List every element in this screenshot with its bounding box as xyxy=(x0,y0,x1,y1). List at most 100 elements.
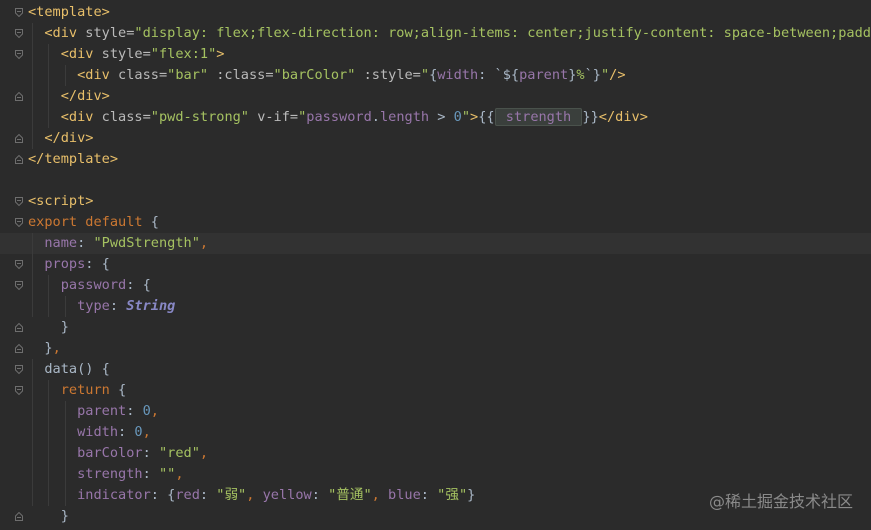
code-token: </template> xyxy=(28,151,119,167)
fold-open-icon[interactable] xyxy=(15,386,23,395)
code-token: :style= xyxy=(363,67,421,83)
fold-open-icon[interactable] xyxy=(15,50,23,59)
code-token: barColor xyxy=(77,445,143,461)
code-token: </div> xyxy=(44,130,94,146)
fold-close-icon[interactable] xyxy=(15,134,23,143)
code-token: : xyxy=(311,487,329,503)
code-token: </div> xyxy=(60,88,110,104)
code-text: <div class="pwd-strong" v-if= " password.l… xyxy=(28,107,648,128)
code-token: class= xyxy=(101,109,151,125)
code-token: width xyxy=(77,424,119,440)
code-token: parent xyxy=(77,403,127,419)
code-token: , xyxy=(199,445,209,461)
code-token: > xyxy=(216,46,225,62)
code-token: 0 xyxy=(134,424,143,440)
code-line[interactable]: </template> xyxy=(0,149,871,170)
code-text: name: "PwdStrength", xyxy=(28,233,208,254)
code-text: <script> xyxy=(28,191,93,212)
code-token: 0 xyxy=(142,403,151,419)
code-token: "bar" xyxy=(167,67,217,83)
code-line[interactable]: </div> xyxy=(0,86,871,107)
code-token: . xyxy=(371,109,380,125)
code-token: strength xyxy=(494,108,583,126)
code-token: 0 xyxy=(453,109,462,125)
code-token: type xyxy=(77,298,110,314)
fold-open-icon[interactable] xyxy=(15,8,23,17)
fold-close-icon[interactable] xyxy=(15,92,23,101)
code-token: password xyxy=(306,109,372,125)
code-text: barColor: "red", xyxy=(28,443,208,464)
code-text: strength: "", xyxy=(28,464,184,485)
code-text: </div> xyxy=(28,86,110,107)
code-token: export default xyxy=(28,214,151,230)
code-line[interactable]: password: { xyxy=(0,275,871,296)
fold-open-icon[interactable] xyxy=(15,197,23,206)
code-token: "强" xyxy=(437,487,468,503)
code-token: { xyxy=(118,382,127,398)
code-text: </div> xyxy=(28,128,93,149)
code-line[interactable]: <div class="pwd-strong" v-if= " password.l… xyxy=(0,107,871,128)
code-line[interactable]: }, xyxy=(0,338,871,359)
code-token: % xyxy=(576,67,585,83)
code-line[interactable]: export default { xyxy=(0,212,871,233)
code-token: " xyxy=(420,67,430,83)
code-text: } xyxy=(28,506,69,527)
code-token: `} xyxy=(584,67,601,83)
fold-open-icon[interactable] xyxy=(15,29,23,38)
code-line[interactable]: width: 0, xyxy=(0,422,871,443)
fold-open-icon[interactable] xyxy=(15,365,23,374)
code-text: }, xyxy=(28,338,60,359)
code-text: <div style="flex:1"> xyxy=(28,44,225,65)
code-token: , xyxy=(175,466,184,482)
code-line[interactable]: <template> xyxy=(0,2,871,23)
code-token: : { xyxy=(126,277,151,293)
code-token: yellow xyxy=(262,487,312,503)
fold-close-icon[interactable] xyxy=(15,323,23,332)
code-token: , xyxy=(150,403,159,419)
code-line[interactable]: <div style="display: flex;flex-direction… xyxy=(0,23,871,44)
code-line[interactable]: } xyxy=(0,317,871,338)
code-token: blue xyxy=(388,487,421,503)
fold-open-icon[interactable] xyxy=(15,260,23,269)
code-line[interactable] xyxy=(0,170,871,191)
fold-open-icon[interactable] xyxy=(15,218,23,227)
code-token: indicator xyxy=(77,487,151,503)
code-token: : xyxy=(142,445,159,461)
code-line[interactable]: data() { xyxy=(0,359,871,380)
code-text: <template> xyxy=(28,2,110,23)
code-token: <div xyxy=(60,46,102,62)
fold-close-icon[interactable] xyxy=(15,155,23,164)
fold-open-icon[interactable] xyxy=(15,281,23,290)
code-line[interactable]: <div style="flex:1"> xyxy=(0,44,871,65)
code-token: <div xyxy=(44,25,86,41)
fold-close-icon[interactable] xyxy=(15,512,23,521)
code-token: "flex:1" xyxy=(150,46,217,62)
code-token: <div xyxy=(77,67,119,83)
fold-close-icon[interactable] xyxy=(15,344,23,353)
code-token: } xyxy=(28,340,53,356)
code-token: "pwd-strong" xyxy=(150,109,258,125)
code-text: <div style="display: flex;flex-direction… xyxy=(28,23,871,44)
code-line[interactable]: <div class="bar" :class="barColor" :styl… xyxy=(0,65,871,86)
code-line[interactable]: </div> xyxy=(0,128,871,149)
code-line[interactable]: <script> xyxy=(0,191,871,212)
code-line[interactable]: props: { xyxy=(0,254,871,275)
code-line[interactable]: parent: 0, xyxy=(0,401,871,422)
code-token: "普通" xyxy=(328,487,372,503)
code-editor[interactable]: <template> <div style="display: flex;fle… xyxy=(0,0,871,530)
code-line[interactable]: type: String xyxy=(0,296,871,317)
code-line[interactable]: name: "PwdStrength", xyxy=(0,233,871,254)
code-line[interactable]: barColor: "red", xyxy=(0,443,871,464)
code-line[interactable]: return { xyxy=(0,380,871,401)
code-token: "PwdStrength" xyxy=(93,235,200,251)
code-line[interactable]: strength: "", xyxy=(0,464,871,485)
code-token: <script> xyxy=(28,193,94,209)
